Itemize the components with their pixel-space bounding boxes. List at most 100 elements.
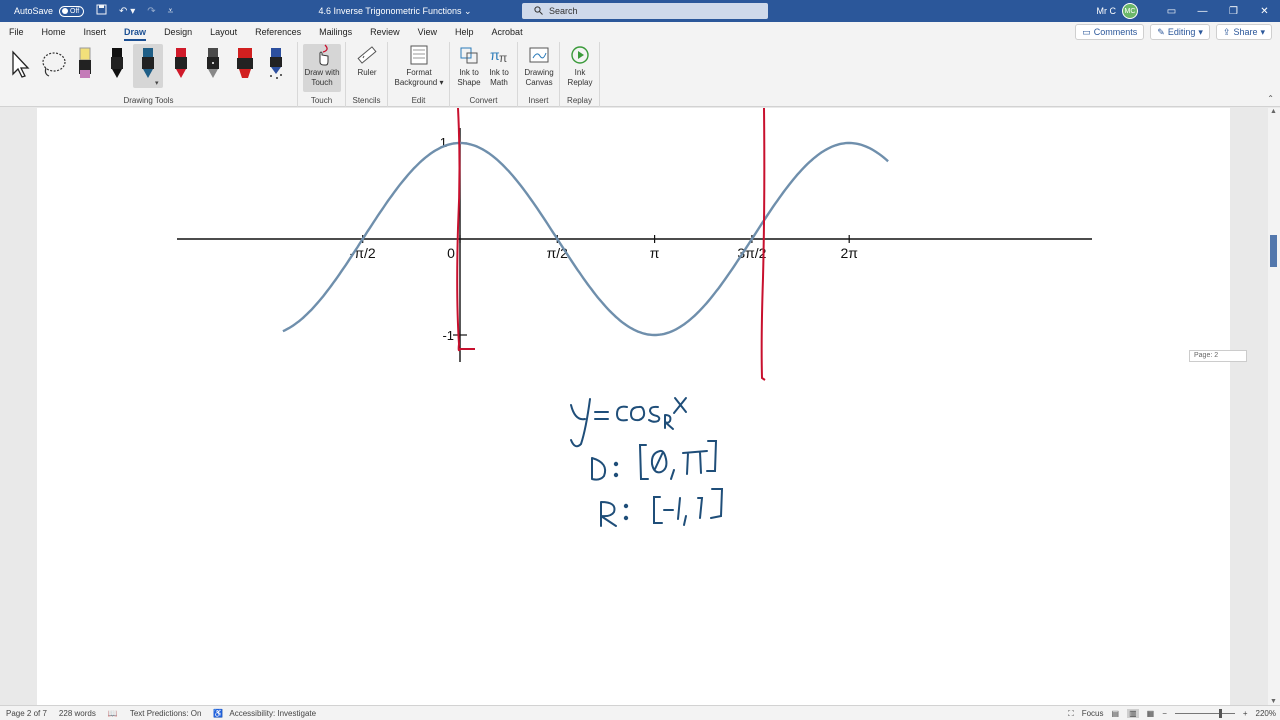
tab-mailings[interactable]: Mailings	[310, 22, 361, 42]
pen-black-icon[interactable]	[108, 46, 126, 82]
format-background-label-1: Format	[406, 68, 432, 77]
customize-qat-icon[interactable]: ⩡	[168, 6, 174, 17]
toggle-dot-icon	[62, 8, 69, 14]
x-tick-label: 2π	[840, 245, 858, 261]
editing-label: Editing	[1167, 27, 1196, 37]
redo-icon[interactable]: ↷	[147, 6, 155, 17]
document-page[interactable]: -π/2 0 π/2 π 3π/2 2π 1 -1	[37, 108, 1230, 705]
document-canvas[interactable]: -π/2 0 π/2 π 3π/2 2π 1 -1 Page: 2	[0, 108, 1268, 705]
galaxy-pen-icon[interactable]	[267, 46, 285, 82]
format-background-button[interactable]: Format Background ▾	[391, 44, 447, 88]
format-background-icon	[410, 45, 428, 65]
accessibility-icon: ♿	[213, 708, 224, 718]
zoom-level[interactable]: 220%	[1256, 709, 1276, 718]
pen-blue-selected[interactable]: ▾	[133, 44, 163, 88]
print-layout-icon[interactable]: ▥	[1127, 709, 1139, 718]
tab-design[interactable]: Design	[155, 22, 201, 42]
title-bar: AutoSave Off ↶ ▾ ↷ ⩡ 4.6 Inverse Trigono…	[0, 0, 1280, 22]
page-indicator-tooltip: Page: 2	[1189, 350, 1247, 362]
select-cursor-icon[interactable]	[10, 50, 32, 80]
tab-layout[interactable]: Layout	[201, 22, 246, 42]
ink-to-math-label-2: Math	[490, 78, 508, 87]
drawing-canvas-icon	[529, 47, 549, 63]
touch-hand-icon	[319, 44, 329, 66]
restore-icon[interactable]: ❐	[1218, 6, 1249, 17]
zoom-slider-knob[interactable]	[1218, 709, 1222, 718]
minimize-icon[interactable]: —	[1187, 6, 1218, 17]
ink-to-shape-button[interactable]: Ink to Shape	[454, 44, 484, 88]
editing-mode-button[interactable]: ✎ Editing ▾	[1150, 24, 1210, 40]
status-bar: Page 2 of 7 228 words 📖 Text Predictions…	[0, 705, 1280, 720]
tab-references[interactable]: References	[246, 22, 310, 42]
word-count[interactable]: 228 words	[59, 709, 96, 718]
collapse-ribbon-icon[interactable]: ⌃	[1267, 94, 1274, 103]
save-icon[interactable]	[96, 4, 107, 18]
handwriting-line-3	[600, 488, 724, 527]
cosine-graph: -π/2 0 π/2 π 3π/2 2π 1 -1	[177, 108, 1092, 527]
scroll-down-icon[interactable]: ▼	[1270, 698, 1277, 705]
scroll-thumb[interactable]	[1270, 235, 1277, 267]
tab-home[interactable]: Home	[33, 22, 75, 42]
share-label: Share	[1233, 27, 1258, 37]
text-predictions[interactable]: Text Predictions: On	[130, 709, 202, 718]
share-icon: ⇪	[1222, 26, 1231, 37]
y-tick-label-neg1: -1	[442, 328, 454, 343]
page-count[interactable]: Page 2 of 7	[6, 709, 47, 718]
search-icon	[534, 5, 543, 17]
avatar[interactable]: MC	[1122, 3, 1138, 19]
comment-icon: ▭	[1082, 26, 1091, 37]
tab-draw[interactable]: Draw	[115, 22, 155, 42]
zoom-out-icon[interactable]: −	[1162, 709, 1167, 718]
ink-to-math-button[interactable]: ππ Ink to Math	[484, 44, 514, 88]
group-label-edit: Edit	[411, 96, 426, 105]
zoom-in-icon[interactable]: +	[1243, 709, 1248, 718]
ink-replay-label-1: Ink	[574, 68, 586, 77]
tab-view[interactable]: View	[409, 22, 446, 42]
vertical-scrollbar[interactable]: ▲ ▼	[1268, 108, 1280, 705]
ribbon-display-icon[interactable]: ▭	[1156, 6, 1187, 17]
tab-review[interactable]: Review	[361, 22, 409, 42]
svg-text:π: π	[499, 51, 507, 65]
comments-button[interactable]: ▭ Comments	[1075, 24, 1145, 40]
autosave-toggle[interactable]: Off	[59, 5, 85, 17]
search-input[interactable]: Search	[522, 3, 768, 19]
proofing-icon[interactable]: 📖	[108, 709, 118, 718]
ribbon: ▾ Drawing Tools Draw with Touch Touch Ru…	[0, 42, 1280, 107]
web-layout-icon[interactable]: ▦	[1147, 709, 1155, 718]
zoom-slider[interactable]	[1174, 709, 1235, 718]
scroll-up-icon[interactable]: ▲	[1270, 108, 1277, 115]
tab-help[interactable]: Help	[446, 22, 483, 42]
share-button[interactable]: ⇪ Share ▾	[1215, 24, 1272, 40]
group-insert: Drawing Canvas Insert	[518, 42, 560, 107]
tab-file[interactable]: File	[0, 22, 33, 42]
tab-acrobat[interactable]: Acrobat	[483, 22, 532, 42]
ink-replay-icon	[571, 46, 589, 64]
group-label-stencils: Stencils	[352, 96, 381, 105]
undo-icon[interactable]: ↶ ▾	[119, 6, 135, 17]
chevron-down-icon: ▾	[1260, 26, 1265, 37]
draw-with-touch-button[interactable]: Draw with Touch	[303, 44, 341, 92]
read-mode-icon[interactable]: ▤	[1112, 709, 1120, 718]
document-title[interactable]: 4.6 Inverse Trigonometric Functions ⌄	[270, 6, 520, 17]
ink-to-shape-label-2: Shape	[457, 78, 481, 87]
comments-label: Comments	[1093, 27, 1138, 37]
accessibility-status[interactable]: Accessibility: Investigate	[229, 709, 316, 718]
drawing-canvas-button[interactable]: Drawing Canvas	[521, 44, 557, 88]
focus-button[interactable]: Focus	[1082, 709, 1104, 718]
group-label-drawing-tools: Drawing Tools	[123, 96, 174, 105]
ruler-button[interactable]: Ruler	[350, 44, 384, 78]
draw-with-touch-label-2: Touch	[311, 78, 333, 87]
tab-insert[interactable]: Insert	[75, 22, 116, 42]
lasso-select-icon[interactable]	[40, 50, 70, 82]
svg-text:▾: ▾	[155, 80, 159, 87]
pencil-icon: ✎	[1157, 26, 1165, 37]
close-icon[interactable]: ✕	[1249, 6, 1280, 17]
ink-replay-button[interactable]: Ink Replay	[564, 44, 596, 88]
user-name[interactable]: Mr C	[1097, 6, 1117, 16]
highlighter-yellow-icon[interactable]	[76, 46, 94, 82]
pencil-gray-icon[interactable]	[204, 46, 222, 82]
highlighter-red-icon[interactable]	[234, 46, 256, 82]
ruler-icon	[357, 46, 377, 64]
document-title-text: 4.6 Inverse Trigonometric Functions	[318, 5, 462, 16]
pen-red-icon[interactable]	[172, 46, 190, 82]
